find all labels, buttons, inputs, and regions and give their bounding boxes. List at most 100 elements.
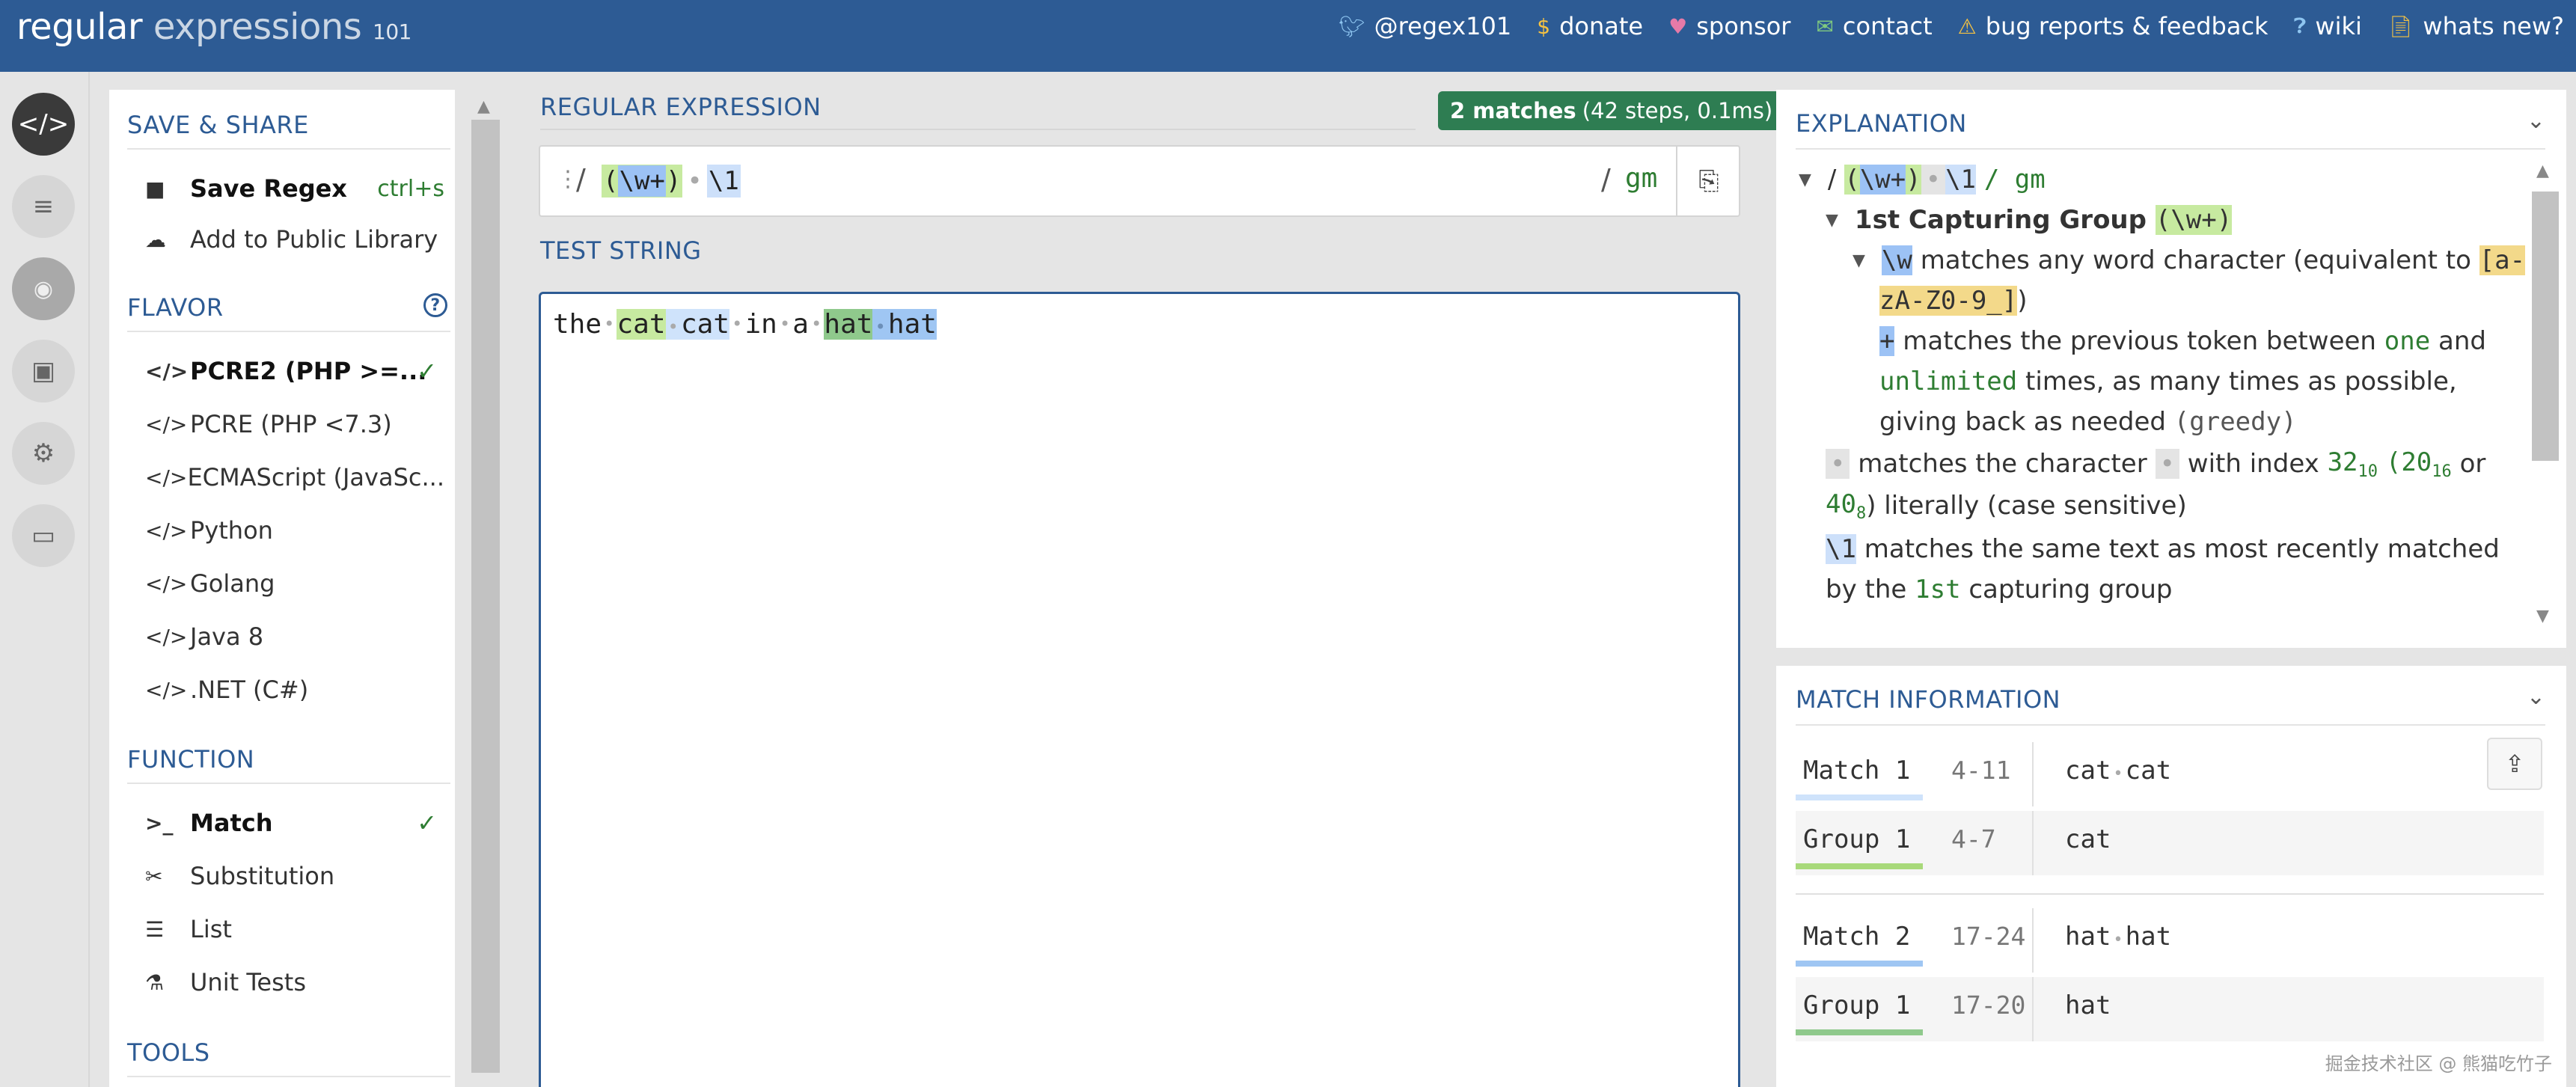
- match-row[interactable]: Match 1 4-11 cat •cat: [1796, 742, 2544, 806]
- match-count-badge: 2 matches (42 steps, 0.1ms): [1438, 91, 1785, 130]
- nav-donate[interactable]: $ donate: [1537, 12, 1643, 40]
- copy-button[interactable]: ⎘: [1676, 147, 1740, 215]
- scissors-icon: ✂: [145, 863, 163, 889]
- code-icon: </>: [145, 465, 188, 490]
- explanation-panel: EXPLANATION ⌄ ▼ / (\w+) • \1 / gm ▼ 1st …: [1776, 90, 2566, 648]
- code-icon: </>: [145, 624, 188, 649]
- flavor-item-python[interactable]: </> Python: [145, 508, 444, 553]
- group-1: cat: [617, 308, 666, 340]
- twitter-icon: 🐦︎: [1339, 13, 1365, 39]
- warning-icon: ⚠: [1957, 13, 1977, 39]
- group-1-color: [1796, 863, 1923, 869]
- explanation-scrollbar[interactable]: ▲ ▼: [2529, 162, 2559, 625]
- exp-quantifier-cont: unlimited times, as many times as possib…: [1879, 367, 2457, 396]
- logo-text-sup: 101: [373, 19, 412, 44]
- match-info-title: MATCH INFORMATION: [1796, 685, 2061, 714]
- scrollbar-thumb[interactable]: [471, 120, 500, 1073]
- scroll-up-icon[interactable]: ▲: [477, 97, 490, 116]
- exp-root: ▼ / (\w+) • \1 / gm: [1799, 165, 2046, 195]
- match-row[interactable]: Match 2 17-24 hat •hat: [1796, 908, 2544, 973]
- chevron-down-icon[interactable]: ⌄: [2527, 684, 2545, 710]
- scroll-down-icon[interactable]: ▼: [2536, 607, 2549, 625]
- scrollbar-thumb[interactable]: [2532, 192, 2559, 461]
- sidebar-scrollbar[interactable]: ▲: [471, 93, 500, 1073]
- divider: [1796, 724, 2545, 726]
- flavor-item-ecmascript[interactable]: </> ECMAScript (JavaSc...: [145, 455, 444, 500]
- collapse-icon[interactable]: ▼: [1826, 211, 1838, 230]
- code-icon[interactable]: </>: [12, 93, 75, 156]
- chat-icon[interactable]: ▭: [12, 504, 75, 567]
- gear-icon[interactable]: ⚙: [12, 422, 75, 485]
- nav-sponsor[interactable]: ♥ sponsor: [1668, 12, 1790, 40]
- nav-bug-reports[interactable]: ⚠ bug reports & feedback: [1958, 12, 2268, 40]
- group-row[interactable]: Group 1 17-20 hat: [1796, 977, 2544, 1041]
- regex-input[interactable]: ⋮ / (\w+) • \1 / gm ⎘: [539, 145, 1740, 217]
- library-icon[interactable]: ≡: [12, 175, 75, 238]
- exp-backref-cont: by the 1st capturing group: [1826, 575, 2173, 604]
- test-word: in: [744, 308, 777, 340]
- match-information-panel: MATCH INFORMATION ⌄ ⇪ Match 1 4-11 cat •c…: [1776, 666, 2566, 1087]
- match-2: hat •hat: [824, 308, 937, 340]
- collapse-icon[interactable]: ▼: [1799, 171, 1811, 189]
- regex-tokens: (\w+) • \1: [602, 163, 741, 199]
- settings-sidebar: SAVE & SHARE ■ Save Regex ctrl+s ☁ Add t…: [109, 90, 455, 1087]
- collapse-icon[interactable]: ▼: [1853, 251, 1865, 270]
- group-row[interactable]: Group 1 4-7 cat: [1796, 811, 2544, 875]
- wiki-icon: ❓︎: [2293, 13, 2307, 38]
- flavor-item-dotnet[interactable]: </> .NET (C#): [145, 667, 444, 712]
- test-string-input[interactable]: the • cat •cat • in • a • hat •hat: [539, 292, 1740, 1087]
- logo-text-main: regular: [16, 6, 143, 48]
- help-icon[interactable]: ?: [423, 293, 447, 317]
- exp-word-char: ▼ \w matches any word character (equival…: [1853, 245, 2526, 275]
- delimiter-close: /: [1601, 163, 1611, 196]
- function-item-unit-tests[interactable]: ⚗ Unit Tests: [145, 960, 444, 1005]
- top-nav: 🐦︎ @regex101 $ donate ♥ sponsor ✉ contact ⚠ b…: [1313, 12, 2564, 40]
- test-word: a: [792, 308, 809, 340]
- function-item-match[interactable]: >_ Match ✓: [145, 800, 444, 845]
- function-item-substitution[interactable]: ✂ Substitution: [145, 854, 444, 898]
- check-icon: ✓: [417, 357, 437, 385]
- divider: [2032, 908, 2034, 973]
- floppy-icon: ■: [145, 176, 165, 201]
- nav-wiki[interactable]: ❓︎ wiki: [2294, 12, 2362, 40]
- exp-quantifier-cont: giving back as needed (greedy): [1879, 407, 2297, 437]
- space-mark: •: [604, 313, 615, 334]
- divider: [540, 129, 1416, 130]
- logo-text-light: expressions: [153, 6, 362, 48]
- site-logo[interactable]: regular expressions 101: [16, 6, 412, 48]
- section-tools: TOOLS: [127, 1038, 450, 1077]
- top-header: regular expressions 101 🐦︎ @regex101 $ don…: [0, 0, 2576, 72]
- group-2: hat: [824, 308, 873, 340]
- nav-whats-new[interactable]: 📄︎ whats new?: [2387, 12, 2564, 40]
- exp-backref: \1 matches the same text as most recentl…: [1826, 534, 2500, 564]
- flavor-item-java[interactable]: </> Java 8: [145, 614, 444, 659]
- nav-twitter[interactable]: 🐦︎ @regex101: [1339, 12, 1511, 40]
- function-item-list[interactable]: ☰ List: [145, 907, 444, 952]
- match-2-color: [1796, 961, 1923, 967]
- dollar-icon: $: [1537, 13, 1551, 39]
- flavor-item-pcre2[interactable]: </> PCRE2 (PHP >=... ✓: [145, 349, 444, 394]
- regex-label: REGULAR EXPRESSION: [540, 93, 822, 121]
- chevron-down-icon[interactable]: ⌄: [2527, 108, 2545, 134]
- delimiter-open: /: [576, 163, 586, 196]
- group-2-color: [1796, 1029, 1923, 1035]
- news-icon: 📄︎: [2387, 13, 2414, 39]
- flavor-item-pcre[interactable]: </> PCRE (PHP <7.3): [145, 402, 444, 447]
- save-regex-button[interactable]: ■ Save Regex ctrl+s: [145, 166, 444, 211]
- divider: [1796, 893, 2544, 895]
- gamepad-icon[interactable]: ▣: [12, 340, 75, 402]
- flavor-item-golang[interactable]: </> Golang: [145, 561, 444, 606]
- section-function: FUNCTION: [127, 745, 450, 784]
- test-string-text: the • cat •cat • in • a • hat •hat: [553, 308, 937, 340]
- add-to-library-button[interactable]: ☁ Add to Public Library: [145, 217, 444, 262]
- regex-space-token: •: [687, 166, 703, 196]
- regex-group-token: (\w+): [602, 165, 683, 198]
- exp-space-cont: 408) literally (case sensitive): [1826, 489, 2187, 523]
- scroll-up-icon[interactable]: ▲: [2536, 162, 2549, 180]
- watermark: 掘金技术社区 @ 熊猫吃竹子: [2325, 1053, 2552, 1074]
- avatar[interactable]: ◉: [12, 257, 75, 320]
- divider: [2032, 811, 2034, 875]
- nav-contact[interactable]: ✉ contact: [1816, 12, 1932, 40]
- regex-flags[interactable]: gm: [1625, 163, 1657, 194]
- code-icon: </>: [145, 411, 188, 437]
